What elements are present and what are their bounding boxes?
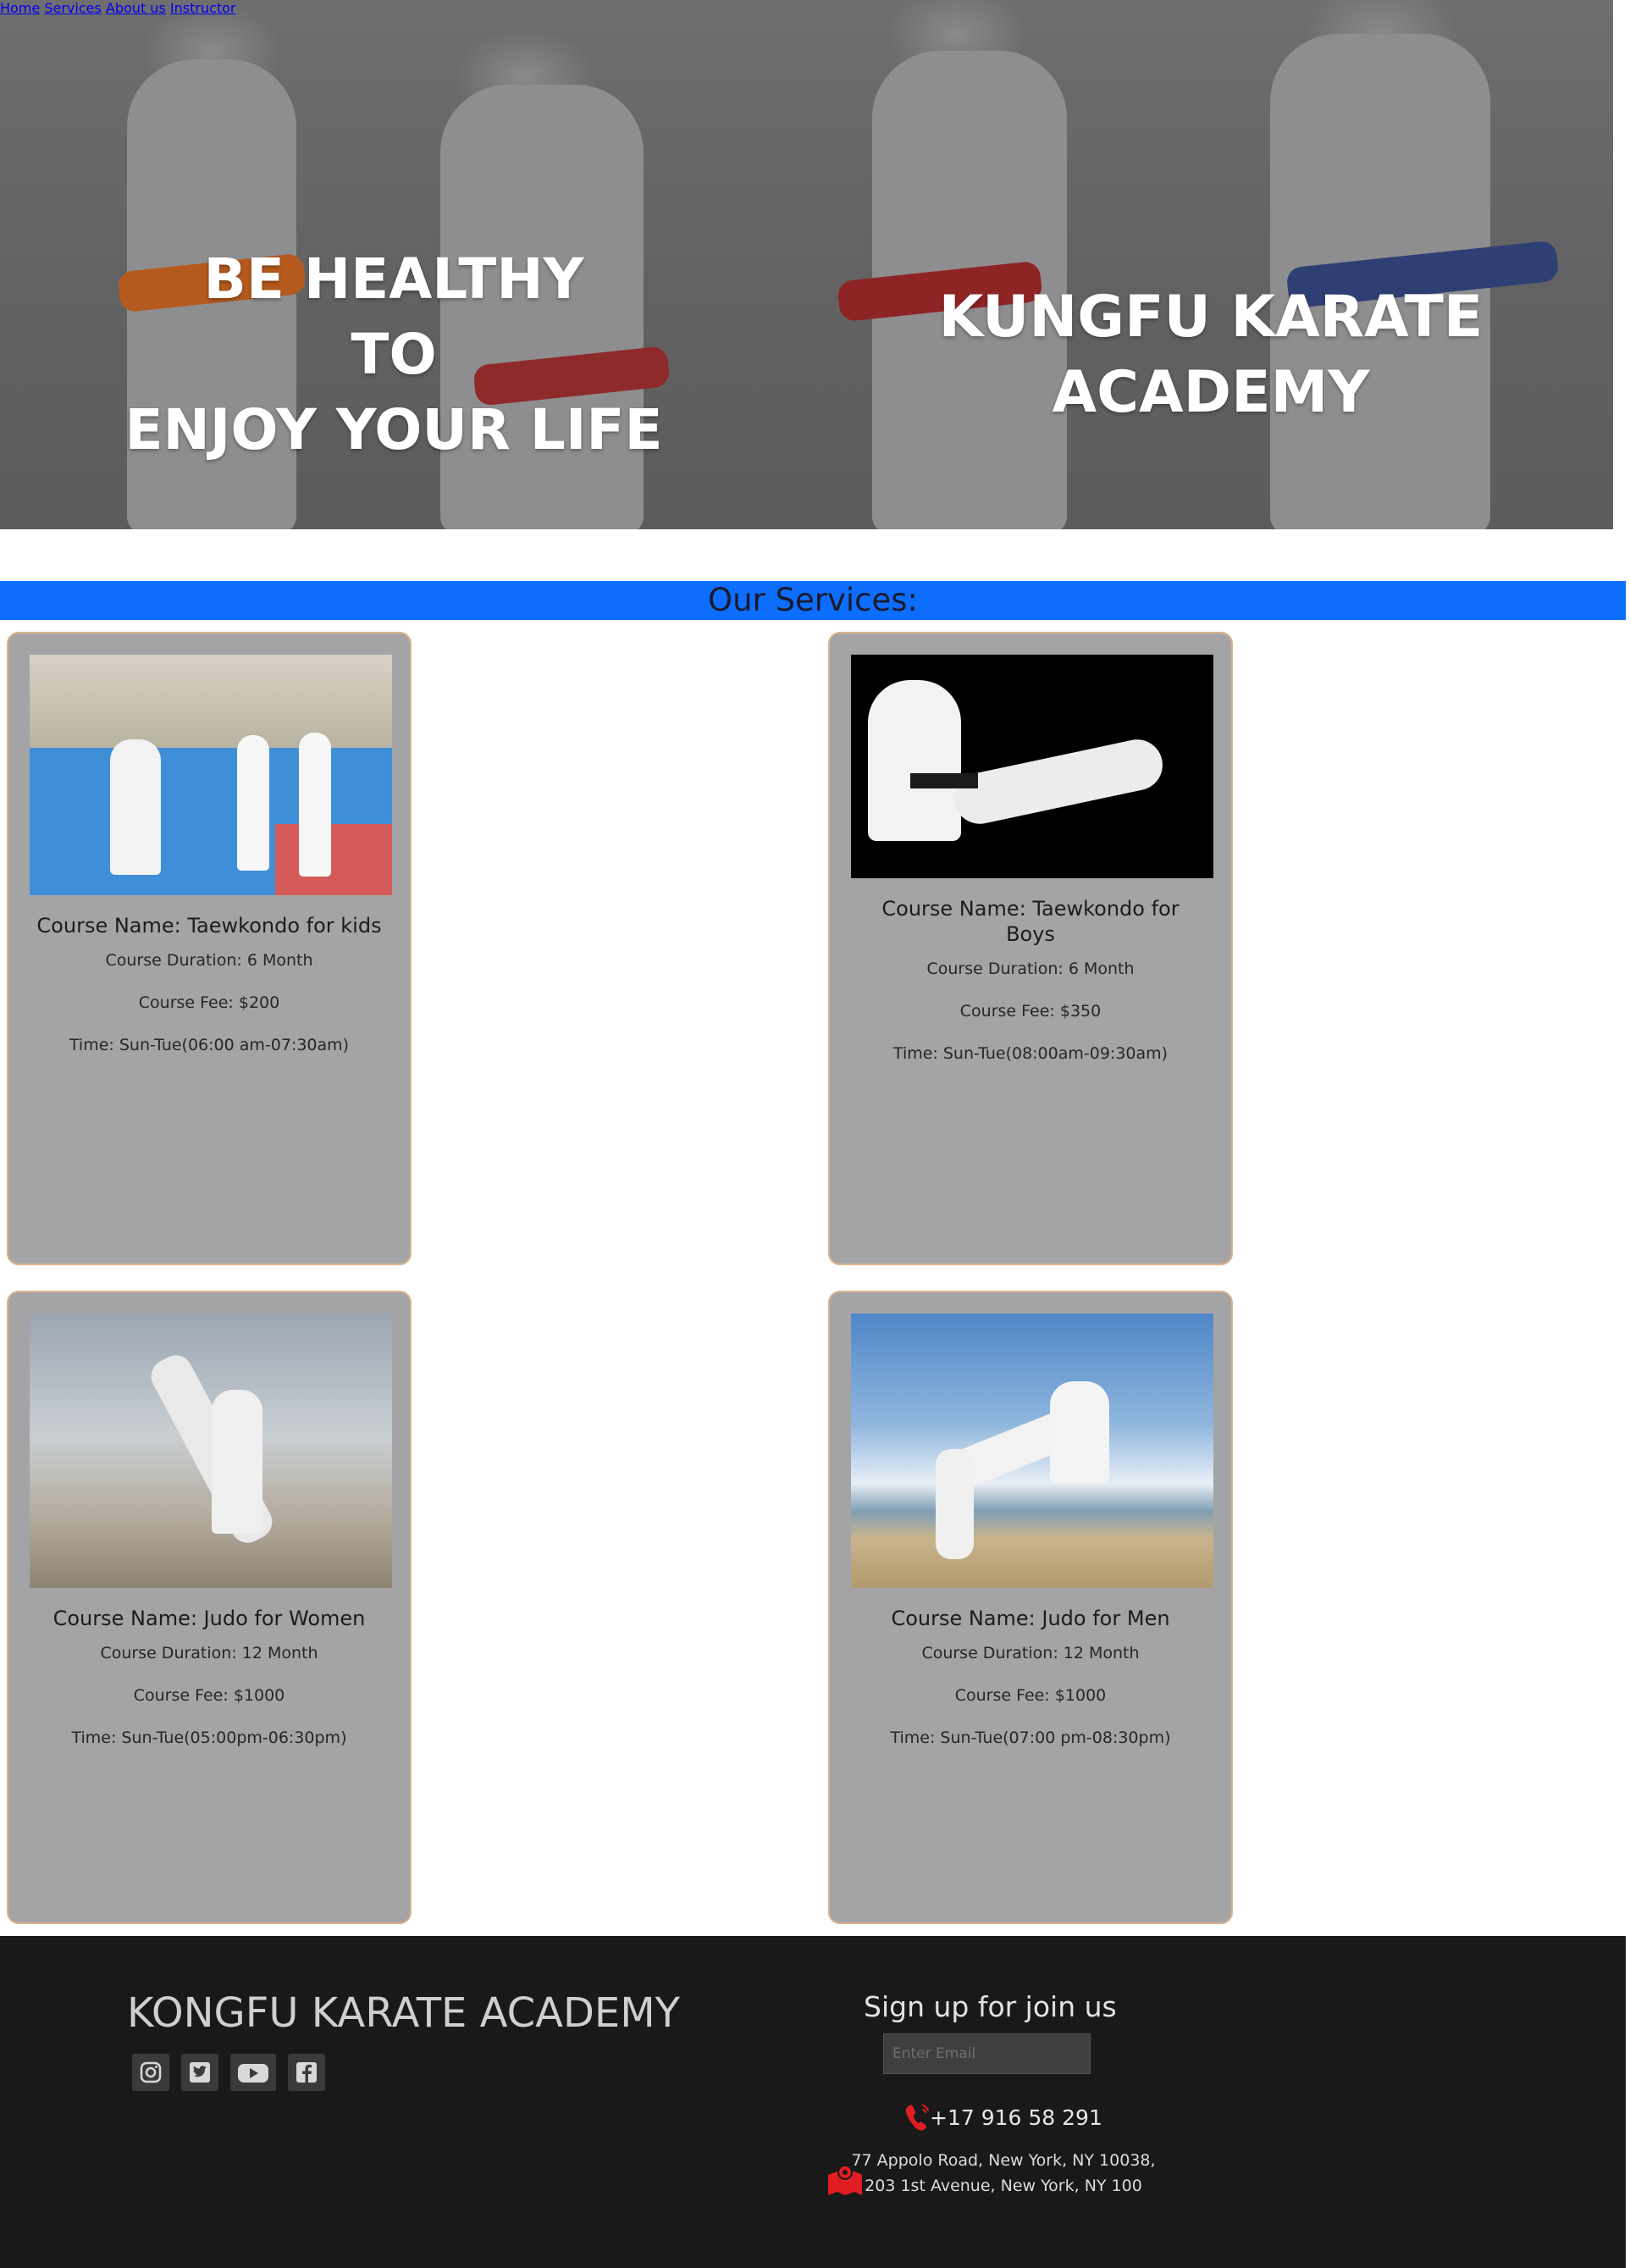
top-nav: Home Services About us Instructor [0,0,1613,16]
image-figure [1050,1381,1109,1483]
hero-title-line: ACADEMY [1052,359,1370,426]
course-card: Course Name: Judo for Men Course Duratio… [828,1291,1233,1924]
image-figure [237,735,269,871]
hero-tagline-line: TO [351,322,437,387]
image-figure [868,680,961,841]
image-wall [30,655,392,748]
image-figure [936,1449,974,1559]
hero-tagline: BE HEALTHY TO ENJOY YOUR LIFE [102,241,686,467]
course-name: Course Name: Taewkondo for kids [36,914,382,938]
image-figure [949,734,1168,829]
course-image [851,1314,1213,1588]
image-figure [212,1390,262,1534]
nav-instructor[interactable]: Instructor [170,0,236,16]
image-figure [299,733,331,877]
course-duration: Course Duration: 12 Month [921,1644,1140,1662]
course-card: Course Name: Taewkondo for Boys Course D… [828,632,1233,1265]
course-time: Time: Sun-Tue(07:00 pm-08:30pm) [890,1729,1171,1747]
course-duration: Course Duration: 6 Month [105,951,313,970]
course-fee: Course Fee: $200 [138,993,280,1012]
hero-tagline-line: BE HEALTHY [203,246,584,312]
phone-icon [903,2102,933,2139]
youtube-icon[interactable] [230,2054,276,2091]
footer-phone: +17 916 58 291 [930,2105,1102,2130]
course-fee: Course Fee: $1000 [133,1686,285,1705]
image-mat-red [275,824,392,895]
course-time: Time: Sun-Tue(08:00am-09:30am) [892,1044,1169,1063]
course-duration: Course Duration: 6 Month [926,960,1135,978]
image-belt [910,773,978,788]
nav-services[interactable]: Services [44,0,101,16]
footer-address: 77 Appolo Road, New York, NY 10038, 203 … [847,2148,1160,2199]
address-line: 77 Appolo Road, New York, NY 10038, [851,2151,1156,2170]
hero-tagline-line: ENJOY YOUR LIFE [124,397,663,462]
course-duration: Course Duration: 12 Month [100,1644,318,1662]
nav-about-us[interactable]: About us [106,0,166,16]
services-heading: Our Services: [0,581,1626,620]
course-image [30,1314,392,1588]
nav-home[interactable]: Home [0,0,40,16]
course-image [851,655,1213,878]
course-card: Course Name: Taewkondo for kids Course D… [7,632,412,1265]
email-input[interactable] [883,2033,1091,2074]
course-name: Course Name: Taewkondo for Boys [881,897,1180,946]
hero-banner: Home Services About us Instructor BE HEA… [0,0,1613,529]
hero-title-line: KUNGFU KARATE [938,284,1484,351]
course-time: Time: Sun-Tue(06:00 am-07:30am) [69,1036,350,1054]
course-card: Course Name: Judo for Women Course Durat… [7,1291,412,1924]
course-fee: Course Fee: $350 [959,1002,1102,1021]
facebook-icon[interactable] [288,2054,325,2091]
course-name: Course Name: Judo for Men [891,1607,1170,1630]
signup-title: Sign up for join us [864,1990,1117,2023]
course-name: Course Name: Judo for Women [52,1607,366,1630]
site-footer: KONGFU KARATE ACADEMY Sign up for join u… [0,1936,1626,2268]
instagram-icon[interactable] [132,2054,169,2091]
course-image [30,655,392,895]
course-fee: Course Fee: $1000 [954,1686,1107,1705]
address-line: 203 1st Avenue, New York, NY 100 [865,2177,1142,2195]
course-time: Time: Sun-Tue(05:00pm-06:30pm) [71,1729,347,1747]
twitter-icon[interactable] [181,2054,218,2091]
image-figure [110,739,161,875]
hero-title: KUNGFU KARATE ACADEMY [914,279,1507,430]
footer-brand: KONGFU KARATE ACADEMY [127,1989,680,2037]
